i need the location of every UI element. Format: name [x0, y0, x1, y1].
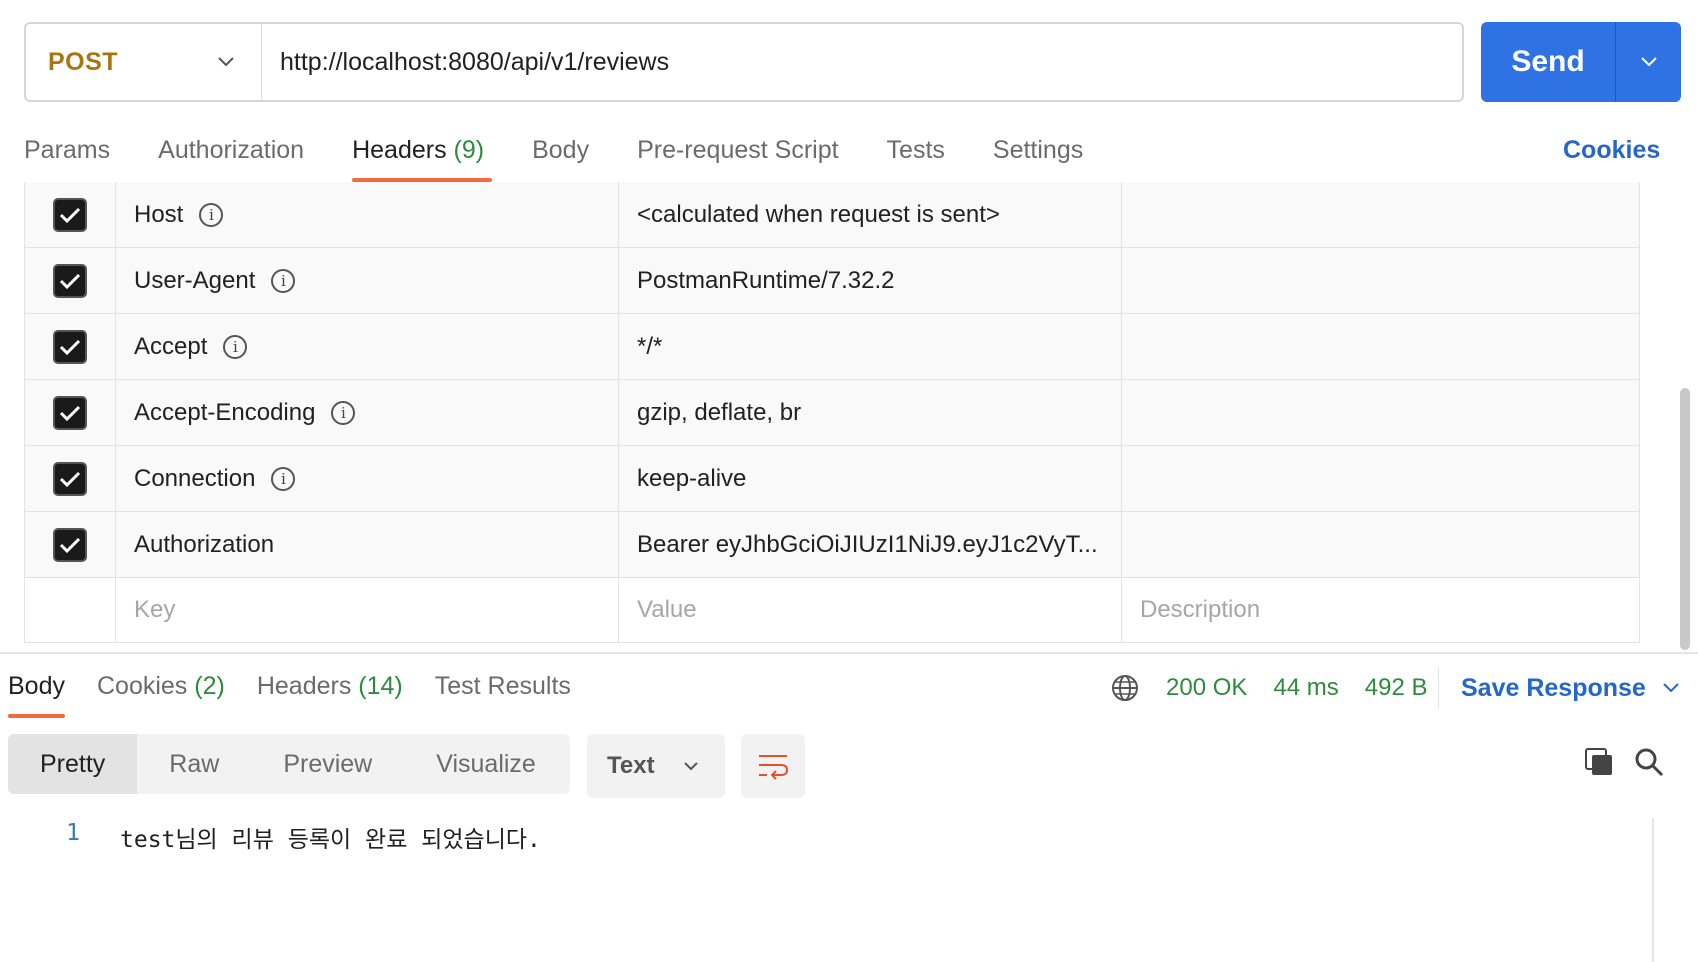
tab-settings[interactable]: Settings: [993, 128, 1083, 182]
view-mode-group: Pretty Raw Preview Visualize: [8, 734, 570, 794]
chevron-down-icon: [218, 57, 234, 67]
method-select[interactable]: POST: [26, 24, 262, 100]
table-row: Connection i keep-alive: [25, 446, 1639, 512]
table-row: Accept i */*: [25, 314, 1639, 380]
header-description[interactable]: [1122, 446, 1639, 511]
editor-edge: [1652, 818, 1654, 962]
format-select[interactable]: Text: [587, 734, 725, 798]
table-row: Authorization Bearer eyJhbGciOiJIUzI1NiJ…: [25, 512, 1639, 578]
view-raw[interactable]: Raw: [137, 734, 251, 794]
tab-tests[interactable]: Tests: [887, 128, 945, 182]
info-icon[interactable]: i: [271, 466, 296, 491]
tab-body[interactable]: Body: [532, 128, 589, 182]
new-description-input[interactable]: Description: [1122, 578, 1639, 642]
header-checkbox[interactable]: [53, 197, 87, 232]
save-response-button[interactable]: Save Response: [1438, 668, 1680, 708]
header-checkbox[interactable]: [53, 263, 87, 298]
info-icon[interactable]: i: [199, 202, 224, 227]
header-key[interactable]: User-Agent i: [116, 248, 619, 313]
checkmark-icon: [59, 537, 81, 553]
header-value[interactable]: keep-alive: [619, 446, 1122, 511]
checkmark-icon: [59, 207, 81, 223]
wrap-lines-button[interactable]: [741, 734, 805, 798]
tab-authorization[interactable]: Authorization: [158, 128, 304, 182]
url-bar: POST http://localhost:8080/api/v1/review…: [24, 22, 1464, 102]
checkmark-icon: [59, 339, 81, 355]
tab-test-results[interactable]: Test Results: [435, 668, 571, 718]
send-button-group: Send: [1481, 22, 1681, 102]
table-row: User-Agent i PostmanRuntime/7.32.2: [25, 248, 1639, 314]
table-row: Host i <calculated when request is sent>: [25, 182, 1639, 248]
code-line: test님의 리뷰 등록이 완료 되었습니다.: [120, 827, 541, 853]
header-checkbox[interactable]: [53, 461, 87, 496]
wrap-lines-icon: [759, 755, 789, 780]
checkmark-icon: [59, 471, 81, 487]
header-checkbox[interactable]: [53, 329, 87, 364]
header-value[interactable]: Bearer eyJhbGciOiJIUzI1NiJ9.eyJ1c2VyT...: [619, 512, 1122, 577]
chevron-down-icon: [684, 762, 698, 771]
view-visualize[interactable]: Visualize: [404, 734, 568, 794]
scrollbar[interactable]: [1680, 388, 1690, 650]
globe-icon[interactable]: [1110, 673, 1140, 703]
tab-pre-request-script[interactable]: Pre-request Script: [637, 128, 838, 182]
new-key-input[interactable]: Key: [116, 578, 619, 642]
send-options-button[interactable]: [1616, 22, 1681, 102]
method-label: POST: [48, 47, 119, 76]
header-checkbox[interactable]: [53, 395, 87, 430]
search-icon[interactable]: [1634, 747, 1664, 782]
info-icon[interactable]: i: [271, 268, 296, 293]
header-description[interactable]: [1122, 248, 1639, 313]
header-value[interactable]: <calculated when request is sent>: [619, 182, 1122, 247]
headers-table: Host i <calculated when request is sent> …: [24, 182, 1640, 643]
header-value[interactable]: PostmanRuntime/7.32.2: [619, 248, 1122, 313]
table-row: Accept-Encoding i gzip, deflate, br: [25, 380, 1639, 446]
header-key[interactable]: Accept i: [116, 314, 619, 379]
new-value-input[interactable]: Value: [619, 578, 1122, 642]
chevron-down-icon: [1640, 57, 1657, 67]
response-status: 200 OK 44 ms 492 B: [1110, 668, 1427, 708]
status-code[interactable]: 200 OK: [1166, 674, 1247, 702]
response-size[interactable]: 492 B: [1365, 674, 1428, 702]
view-preview[interactable]: Preview: [251, 734, 404, 794]
checkmark-icon: [59, 273, 81, 289]
header-key[interactable]: Host i: [116, 182, 619, 247]
view-pretty[interactable]: Pretty: [8, 734, 138, 794]
response-time[interactable]: 44 ms: [1273, 674, 1338, 702]
response-tabs: Body Cookies (2) Headers (14) Test Resul…: [8, 668, 603, 718]
tab-headers[interactable]: Headers (9): [352, 128, 493, 182]
header-key[interactable]: Connection i: [116, 446, 619, 511]
header-description[interactable]: [1122, 512, 1639, 577]
headers-count: (9): [453, 136, 485, 164]
response-body[interactable]: 1 test님의 리뷰 등록이 완료 되었습니다.: [0, 820, 1650, 854]
header-value[interactable]: */*: [619, 314, 1122, 379]
info-icon[interactable]: i: [223, 334, 248, 359]
chevron-down-icon: [1663, 683, 1679, 693]
tab-params[interactable]: Params: [24, 128, 110, 182]
header-key[interactable]: Accept-Encoding i: [116, 380, 619, 445]
line-number: 1: [66, 820, 80, 846]
header-value[interactable]: gzip, deflate, br: [619, 380, 1122, 445]
tab-response-body[interactable]: Body: [8, 668, 65, 718]
send-button[interactable]: Send: [1481, 22, 1616, 102]
header-description[interactable]: [1122, 314, 1639, 379]
info-icon[interactable]: i: [331, 400, 356, 425]
checkmark-icon: [59, 405, 81, 421]
header-checkbox[interactable]: [53, 527, 87, 562]
copy-icon[interactable]: [1584, 747, 1614, 782]
url-input[interactable]: http://localhost:8080/api/v1/reviews: [262, 48, 669, 77]
tab-response-cookies[interactable]: Cookies (2): [97, 668, 225, 718]
header-description[interactable]: [1122, 182, 1639, 247]
cookies-link[interactable]: Cookies: [1563, 136, 1660, 165]
pane-divider[interactable]: [0, 652, 1698, 654]
header-description[interactable]: [1122, 380, 1639, 445]
new-header-row: Key Value Description: [25, 578, 1639, 642]
tab-response-headers[interactable]: Headers (14): [257, 668, 403, 718]
request-tabs: Params Authorization Headers (9) Body Pr…: [24, 128, 1131, 182]
header-key[interactable]: Authorization: [116, 512, 619, 577]
